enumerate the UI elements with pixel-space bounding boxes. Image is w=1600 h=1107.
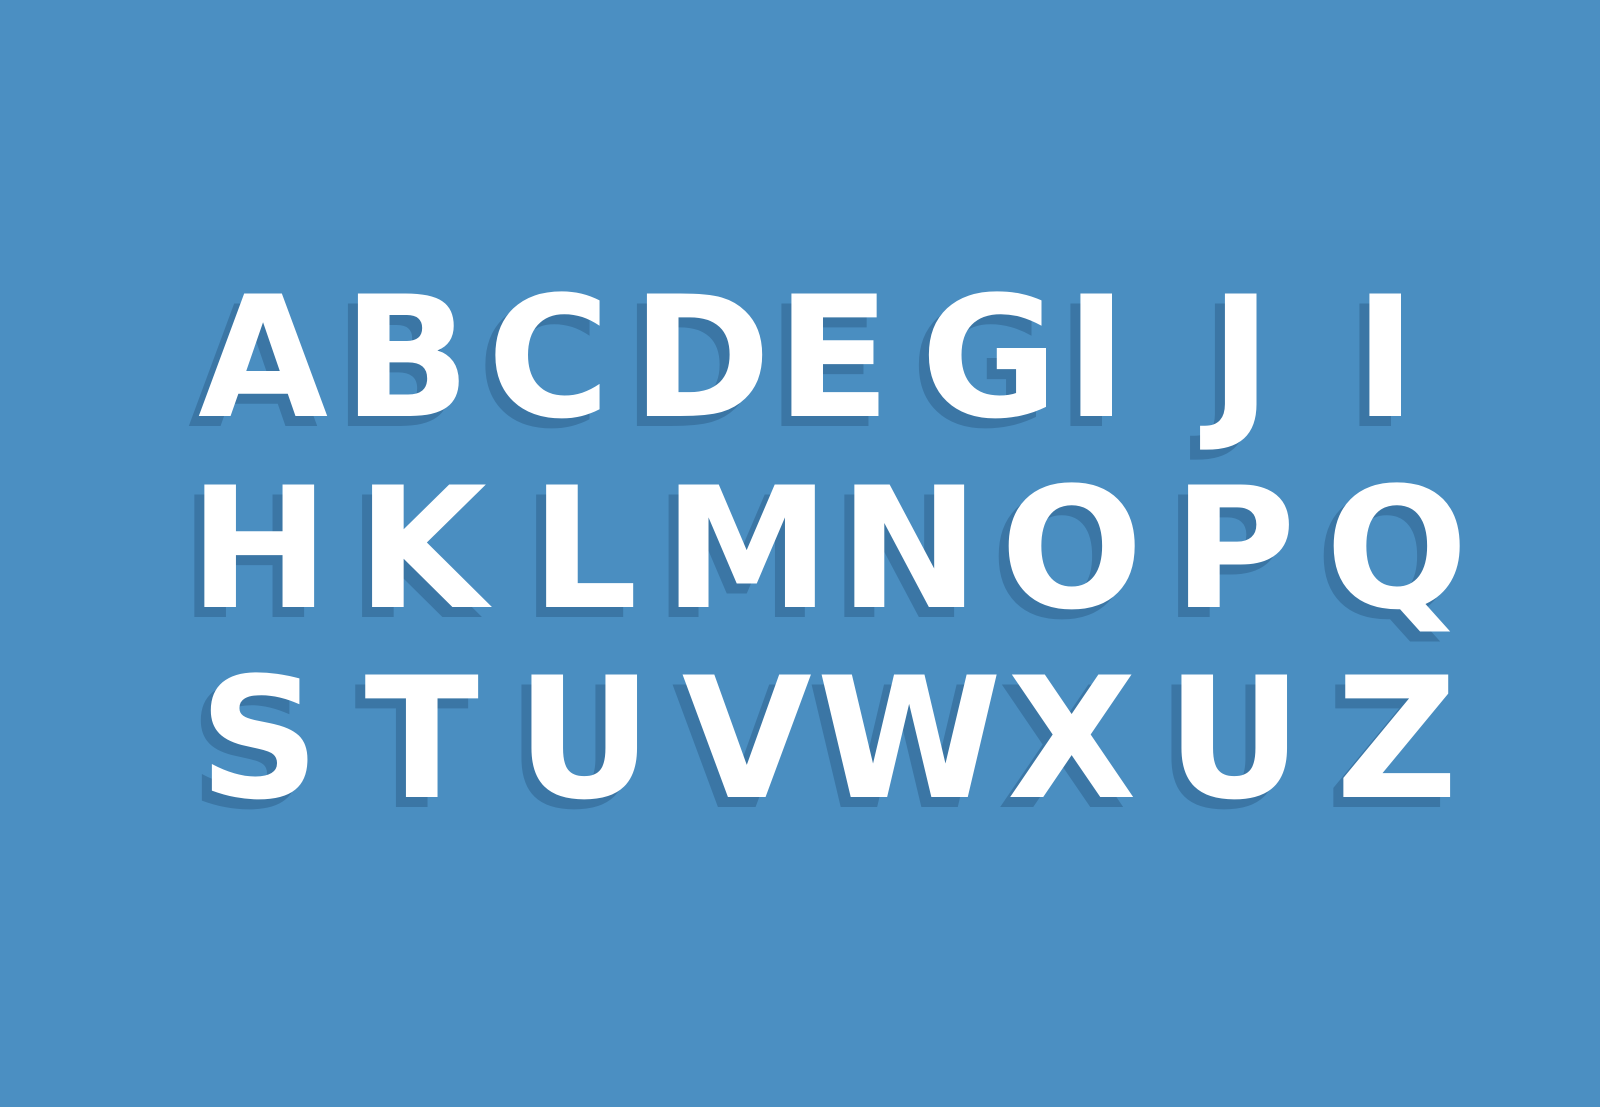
letter-glyph: L: [530, 451, 638, 647]
letter-glyph: C: [487, 260, 611, 456]
letter-glyph: P: [1172, 451, 1296, 647]
letter-glyph: Q: [1325, 451, 1469, 647]
letter-glyph: I: [1354, 260, 1417, 456]
letter-glyph: U: [1166, 641, 1303, 837]
letter-glyph: D: [631, 260, 771, 456]
letter-glyph: G: [920, 260, 1059, 456]
letter-glyph: W: [816, 641, 1002, 837]
letter-glyph: T: [364, 641, 480, 837]
letter-glyph: U: [516, 641, 653, 837]
letter-glyph: O: [1000, 451, 1144, 647]
letter-glyph: A: [198, 260, 329, 456]
letter-glyph: E: [776, 260, 891, 456]
letter-glyph: V: [681, 641, 812, 837]
letter-glyph: B: [342, 260, 471, 456]
letter-glyph: Z: [1335, 641, 1458, 837]
letter-glyph: X: [1006, 641, 1137, 837]
letter-glyph: S: [198, 641, 320, 837]
letter-glyph: I: [1065, 260, 1128, 456]
letter-grid: ABCDEGIJIHKLMNOPQSTUVWXUZ: [178, 264, 1478, 824]
letter-glyph: J: [1209, 260, 1273, 456]
letter-glyph: K: [356, 451, 487, 647]
letter-glyph: M: [663, 451, 831, 647]
letter-glyph: N: [838, 451, 980, 647]
letter-glyph: H: [188, 451, 330, 647]
alphabet-canvas: ABCDEGIJIHKLMNOPQSTUVWXUZ: [0, 0, 1600, 1107]
